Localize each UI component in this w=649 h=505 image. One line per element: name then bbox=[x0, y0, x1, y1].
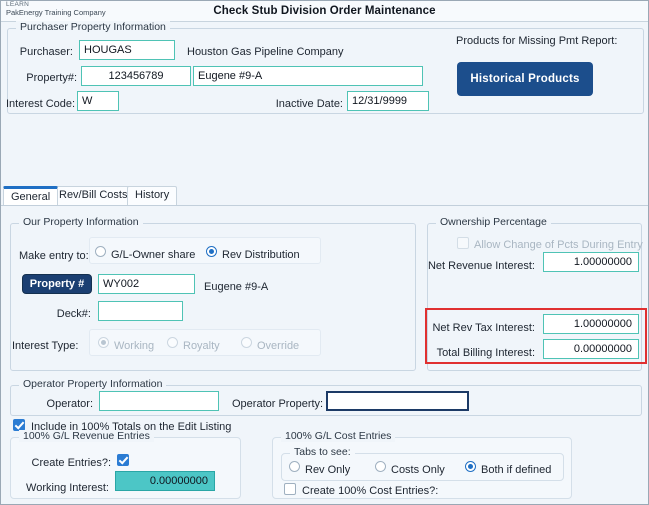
deck-number-input[interactable] bbox=[98, 301, 183, 321]
application-window: LEARN PakEnergy Training Company Check S… bbox=[0, 0, 649, 505]
deck-number-label: Deck#: bbox=[56, 308, 91, 320]
working-interest-label: Working Interest: bbox=[26, 482, 109, 494]
our-property-name: Eugene #9-A bbox=[204, 281, 269, 293]
purchaser-property-legend: Purchaser Property Information bbox=[16, 21, 170, 33]
radio-royalty bbox=[167, 337, 178, 348]
radio-rev-only-label: Rev Only bbox=[305, 464, 351, 476]
net-revenue-interest-input[interactable] bbox=[543, 252, 639, 272]
ownership-percentage-legend: Ownership Percentage bbox=[436, 216, 551, 228]
net-rev-tax-interest-input[interactable] bbox=[543, 314, 639, 334]
net-rev-tax-interest-label: Net Rev Tax Interest: bbox=[432, 322, 535, 334]
create-100-cost-entries-label: Create 100% Cost Entries?: bbox=[302, 485, 439, 497]
radio-both-if-defined-label: Both if defined bbox=[481, 464, 552, 476]
radio-override bbox=[241, 337, 252, 348]
radio-royalty-label: Royalty bbox=[183, 340, 220, 352]
radio-costs-only[interactable] bbox=[375, 461, 386, 472]
missing-pmt-report-label: Products for Missing Pmt Report: bbox=[456, 35, 618, 47]
tab-strip: General Rev/Bill Costs History bbox=[1, 186, 648, 206]
net-revenue-interest-label: Net Revenue Interest: bbox=[427, 260, 535, 272]
operator-property-legend: Operator Property Information bbox=[19, 378, 167, 390]
working-interest-input[interactable] bbox=[115, 471, 215, 491]
purchaser-label: Purchaser: bbox=[19, 46, 73, 58]
our-property-number-input[interactable] bbox=[98, 274, 195, 294]
purchaser-company-name: Houston Gas Pipeline Company bbox=[187, 46, 344, 58]
operator-input[interactable] bbox=[99, 391, 219, 411]
inactive-date-input[interactable] bbox=[347, 91, 429, 111]
radio-gl-owner-share[interactable] bbox=[95, 246, 106, 257]
operator-label: Operator: bbox=[46, 398, 93, 410]
total-billing-interest-input[interactable] bbox=[543, 339, 639, 359]
cost-entries-legend: 100% G/L Cost Entries bbox=[281, 430, 396, 442]
operator-property-input[interactable] bbox=[326, 391, 469, 411]
tab-history[interactable]: History bbox=[127, 186, 178, 205]
tabs-to-see-legend: Tabs to see: bbox=[290, 446, 355, 458]
property-number-input[interactable] bbox=[81, 66, 191, 86]
title-bar: LEARN PakEnergy Training Company Check S… bbox=[1, 1, 648, 22]
radio-costs-only-label: Costs Only bbox=[391, 464, 445, 476]
make-entry-to-label: Make entry to: bbox=[19, 250, 89, 262]
property-number-label: Property#: bbox=[26, 72, 77, 84]
historical-products-button[interactable]: Historical Products bbox=[457, 62, 593, 96]
create-entries-label: Create Entries?: bbox=[31, 457, 111, 469]
interest-code-label: Interest Code: bbox=[6, 98, 76, 110]
radio-both-if-defined[interactable] bbox=[465, 461, 476, 472]
radio-working bbox=[98, 337, 109, 348]
total-billing-interest-label: Total Billing Interest: bbox=[436, 347, 535, 359]
operator-property-label: Operator Property: bbox=[232, 398, 324, 410]
property-name-input[interactable] bbox=[193, 66, 423, 86]
radio-rev-distribution[interactable] bbox=[206, 246, 217, 257]
radio-override-label: Override bbox=[257, 340, 300, 352]
property-number-badge-button[interactable]: Property # bbox=[22, 274, 92, 294]
tab-general[interactable]: General bbox=[3, 186, 59, 205]
create-100-cost-entries-checkbox[interactable] bbox=[284, 483, 296, 495]
radio-gl-owner-share-label: G/L-Owner share bbox=[111, 249, 196, 261]
allow-change-pcts-checkbox bbox=[457, 237, 469, 249]
our-property-legend: Our Property Information bbox=[19, 216, 143, 228]
create-entries-checkbox[interactable] bbox=[117, 454, 129, 466]
revenue-entries-legend: 100% G/L Revenue Entries bbox=[19, 430, 154, 442]
allow-change-pcts-label: Allow Change of Pcts During Entry bbox=[474, 239, 643, 251]
interest-code-input[interactable] bbox=[77, 91, 119, 111]
radio-working-label: Working bbox=[114, 340, 155, 352]
inactive-date-label: Inactive Date: bbox=[275, 98, 343, 110]
radio-rev-only[interactable] bbox=[289, 461, 300, 472]
window-title: Check Stub Division Order Maintenance bbox=[213, 5, 436, 17]
tab-rev-bill-costs[interactable]: Rev/Bill Costs bbox=[51, 186, 136, 205]
interest-type-label: Interest Type: bbox=[12, 340, 79, 352]
radio-rev-distribution-label: Rev Distribution bbox=[222, 249, 300, 261]
purchaser-input[interactable] bbox=[79, 40, 175, 60]
